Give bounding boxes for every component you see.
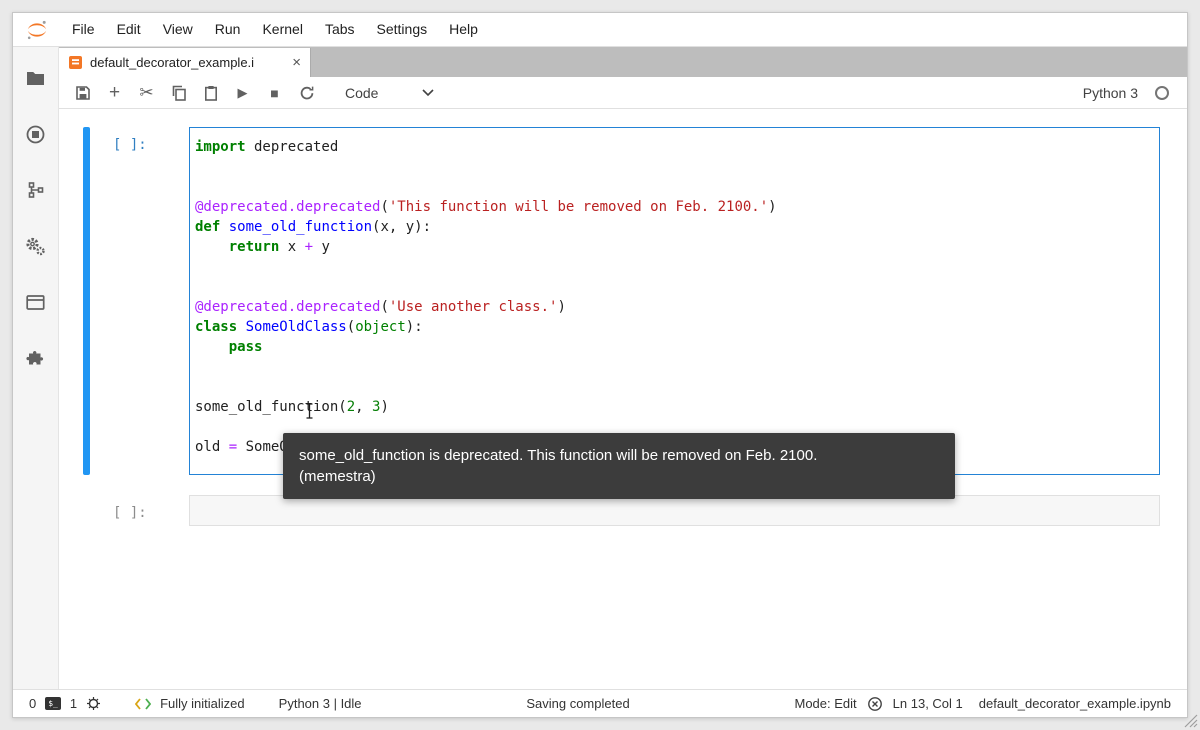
kernel-sessions-icon xyxy=(87,697,101,710)
git-branch-icon xyxy=(28,182,43,198)
lsp-status-text: Fully initialized xyxy=(160,696,245,711)
chevron-down-icon xyxy=(422,88,435,96)
restart-kernel-button[interactable] xyxy=(293,80,320,106)
notebook-icon xyxy=(69,56,82,69)
desktop-frame: File Edit View Run Kernel Tabs Settings Help xyxy=(0,0,1200,730)
trust-indicator-icon xyxy=(867,696,882,711)
running-sessions-button[interactable] xyxy=(20,119,52,149)
cell-collapser[interactable] xyxy=(83,127,90,475)
code-cell-1: [ ]: import deprecated @deprecated.depre… xyxy=(83,127,1160,475)
menu-item-edit[interactable]: Edit xyxy=(106,13,152,46)
menu-item-run[interactable]: Run xyxy=(204,13,252,46)
save-button[interactable] xyxy=(69,80,96,106)
gears-icon xyxy=(26,237,45,255)
clipboard-icon xyxy=(204,85,217,101)
notebook-area: [ ]: import deprecated @deprecated.depre… xyxy=(59,109,1187,689)
resize-grip[interactable] xyxy=(1183,713,1198,728)
puzzle-icon xyxy=(26,350,44,364)
save-icon xyxy=(75,85,90,100)
menu-items: File Edit View Run Kernel Tabs Settings Help xyxy=(61,13,489,46)
lsp-status[interactable]: Fully initialized xyxy=(135,696,245,711)
scissors-icon: ✂ xyxy=(139,82,154,102)
tab-title: default_decorator_example.i xyxy=(90,55,255,70)
code-line: def some_old_function(x, y): xyxy=(195,219,432,235)
terminal-count: 0 xyxy=(29,696,37,711)
copy-cells-button[interactable] xyxy=(165,80,192,106)
content-column: default_decorator_example.i × + ✂ ▶ ■ Co… xyxy=(59,47,1187,689)
status-bar: 0 $_ 1 Fully initialized Python 3 | Idle… xyxy=(13,689,1187,717)
running-kernels-icon xyxy=(26,125,45,143)
cell-type-dropdown[interactable]: Code xyxy=(341,83,438,103)
code-line: some_old_function(2, 3) xyxy=(195,399,389,415)
main-area: default_decorator_example.i × + ✂ ▶ ■ Co… xyxy=(13,47,1187,689)
paste-cells-button[interactable] xyxy=(197,80,224,106)
property-inspector-button[interactable] xyxy=(20,231,52,261)
cut-cells-button[interactable]: ✂ xyxy=(133,80,160,106)
terminal-icon: $_ xyxy=(45,697,61,710)
jupyter-logo-icon xyxy=(13,18,61,42)
cell-collapser[interactable] xyxy=(83,495,90,526)
editor-mode: Mode: Edit xyxy=(794,696,857,711)
kernel-state[interactable]: Python 3 | Idle xyxy=(279,696,362,711)
extension-manager-button[interactable] xyxy=(20,343,52,373)
code-line: @deprecated.deprecated('Use another clas… xyxy=(195,299,566,315)
menu-item-kernel[interactable]: Kernel xyxy=(251,13,313,46)
save-notification: Saving completed xyxy=(526,696,630,711)
folder-icon xyxy=(27,72,44,85)
stop-icon: ■ xyxy=(270,84,279,101)
input-prompt: [ ]: xyxy=(113,505,147,521)
menu-item-file[interactable]: File xyxy=(61,13,106,46)
jupyterlab-window: File Edit View Run Kernel Tabs Settings Help xyxy=(12,12,1188,718)
input-prompt: [ ]: xyxy=(113,137,147,153)
menu-item-tabs[interactable]: Tabs xyxy=(314,13,366,46)
code-line: import deprecated xyxy=(195,139,339,155)
menu-item-view[interactable]: View xyxy=(152,13,204,46)
cursor-position[interactable]: Ln 13, Col 1 xyxy=(893,696,963,711)
kernel-name[interactable]: Python 3 xyxy=(1083,85,1138,101)
file-browser-button[interactable] xyxy=(20,63,52,93)
code-lines: import deprecated @deprecated.deprecated… xyxy=(195,137,1151,457)
restart-icon xyxy=(300,86,313,99)
code-line: pass xyxy=(228,339,263,355)
menu-bar: File Edit View Run Kernel Tabs Settings Help xyxy=(13,13,1187,47)
tooltip-line-2: (memestra) xyxy=(299,468,376,485)
run-cell-button[interactable]: ▶ xyxy=(229,80,256,106)
sessions-status[interactable]: 0 $_ 1 xyxy=(29,696,101,711)
add-cell-button[interactable]: + xyxy=(101,80,128,106)
kernel-count: 1 xyxy=(69,696,78,711)
plus-icon: + xyxy=(108,81,121,103)
lsp-status-icon xyxy=(135,697,152,710)
notebook-toolbar: + ✂ ▶ ■ Code Python 3 xyxy=(59,77,1187,109)
kernel-status-indicator[interactable] xyxy=(1155,85,1169,100)
cell-type-value: Code xyxy=(345,84,379,101)
interrupt-kernel-button[interactable]: ■ xyxy=(261,80,288,106)
code-line: @deprecated.deprecated('This function wi… xyxy=(195,199,777,215)
left-sidebar xyxy=(13,47,59,689)
tab-close-icon[interactable]: × xyxy=(292,55,301,70)
code-line: class SomeOldClass(object): xyxy=(195,319,423,335)
open-tabs-button[interactable] xyxy=(20,287,52,317)
mouse-text-cursor-icon xyxy=(305,403,314,424)
tooltip-line-1: some_old_function is deprecated. This fu… xyxy=(299,447,818,464)
copy-icon xyxy=(172,85,186,101)
run-icon: ▶ xyxy=(237,84,248,100)
deprecation-tooltip: some_old_function is deprecated. This fu… xyxy=(283,433,955,499)
menu-item-help[interactable]: Help xyxy=(438,13,489,46)
code-editor[interactable]: import deprecated @deprecated.deprecated… xyxy=(189,127,1160,475)
window-icon xyxy=(26,294,45,310)
code-cell-2: [ ]: xyxy=(83,495,1160,526)
active-filename: default_decorator_example.ipynb xyxy=(978,696,1172,711)
git-panel-button[interactable] xyxy=(20,175,52,205)
menu-item-settings[interactable]: Settings xyxy=(366,13,439,46)
code-line: return x + y xyxy=(228,239,330,255)
empty-code-editor[interactable] xyxy=(189,495,1160,526)
tab-notebook[interactable]: default_decorator_example.i × xyxy=(59,48,311,77)
tab-bar: default_decorator_example.i × xyxy=(59,47,1187,77)
